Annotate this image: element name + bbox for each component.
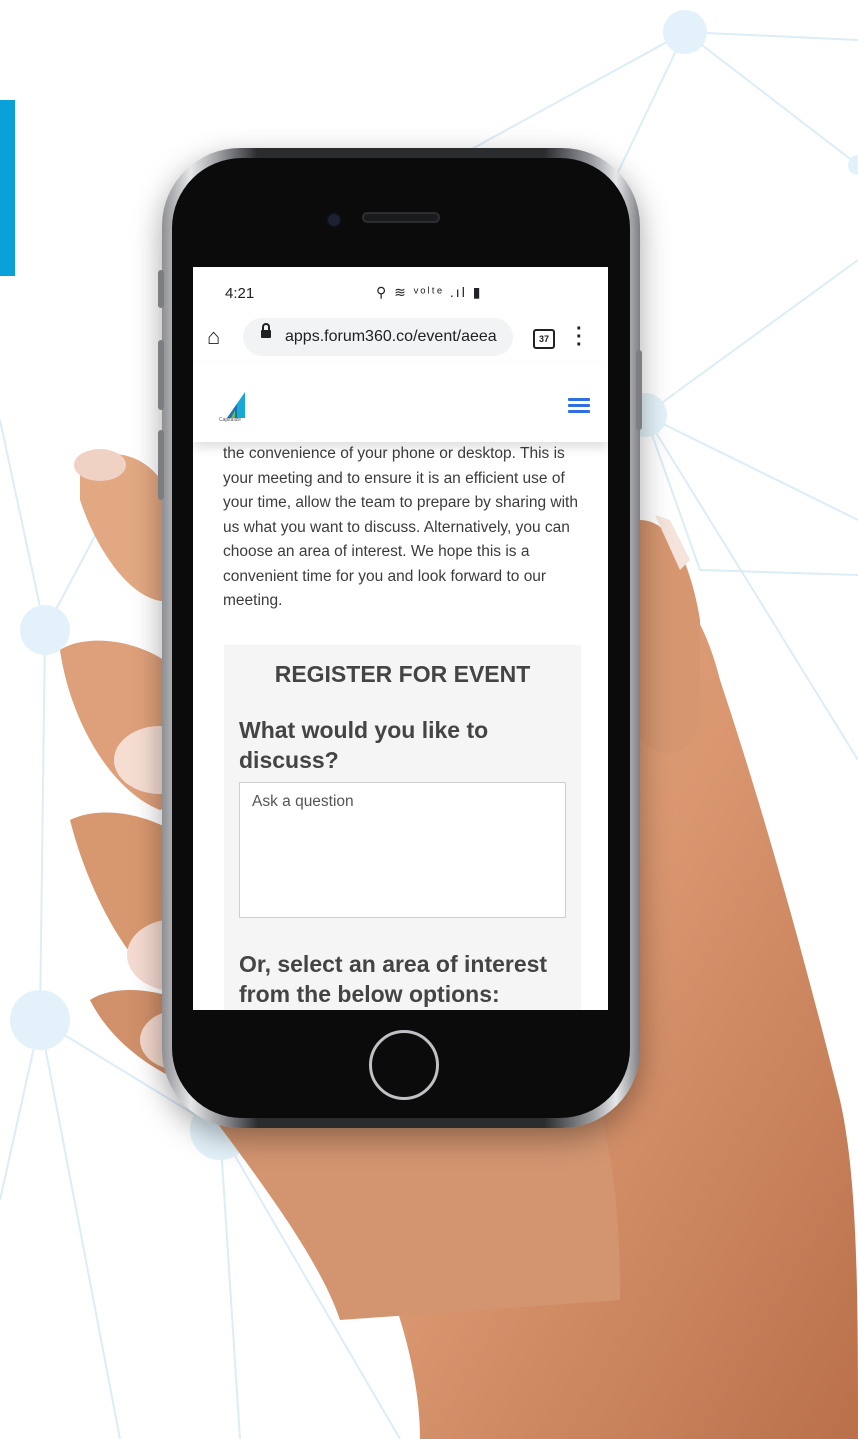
home-icon[interactable]: ⌂ <box>207 325 231 349</box>
question-heading: What would you like to discuss? <box>239 717 489 773</box>
logo-icon[interactable] <box>219 390 249 420</box>
intro-text: the convenience of your phone or desktop… <box>223 445 578 609</box>
status-icons: ⚲ ≋ ᵛᵒˡᵗᵉ .ıl ▮ <box>376 284 483 300</box>
home-button[interactable] <box>369 1030 439 1100</box>
status-bar: 4:21 ⚲ ≋ ᵛᵒˡᵗᵉ .ıl ▮ <box>193 267 608 313</box>
front-camera <box>328 214 340 226</box>
mute-switch[interactable] <box>158 270 164 308</box>
volume-down-button[interactable] <box>158 430 164 500</box>
site-header: Capitalize <box>193 362 608 442</box>
question-input[interactable] <box>239 782 566 918</box>
power-button[interactable] <box>636 350 642 430</box>
hamburger-menu-icon[interactable] <box>568 398 590 414</box>
browser-toolbar: ⌂ apps.forum360.co/event/aeea 37 · · · <box>193 315 608 361</box>
logo-text: Capitalize <box>219 417 241 423</box>
volume-up-button[interactable] <box>158 340 164 410</box>
interest-heading: Or, select an area of interest from the … <box>239 951 548 1007</box>
register-card: REGISTER FOR EVENT What would you like t… <box>224 645 581 1010</box>
register-title: REGISTER FOR EVENT <box>274 661 531 687</box>
status-time: 4:21 <box>225 285 255 302</box>
more-menu-icon[interactable]: · · · <box>576 319 584 355</box>
earpiece-speaker <box>362 212 440 223</box>
lock-icon <box>261 323 271 338</box>
tabs-count-icon[interactable]: 37 <box>533 329 555 349</box>
url-text: apps.forum360.co/event/aeea <box>285 328 497 345</box>
address-bar[interactable]: apps.forum360.co/event/aeea <box>243 318 513 356</box>
phone-screen: 4:21 ⚲ ≋ ᵛᵒˡᵗᵉ .ıl ▮ ⌂ apps.forum360.co/… <box>193 267 608 1010</box>
